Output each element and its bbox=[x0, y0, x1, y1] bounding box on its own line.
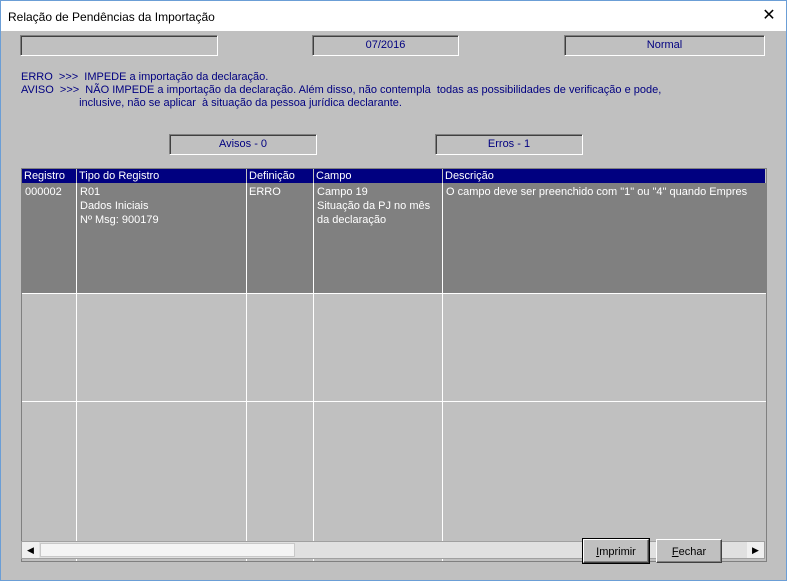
cell-tipo-line2: Dados Iniciais bbox=[80, 200, 149, 212]
pendencias-table[interactable]: Registro Tipo do Registro Definição Camp… bbox=[21, 168, 767, 562]
cell-tipo-line1: R01 bbox=[80, 186, 101, 198]
avisos-counter: Avisos - 0 bbox=[169, 134, 317, 155]
period-field: 07/2016 bbox=[312, 35, 459, 56]
erros-counter: Erros - 1 bbox=[435, 134, 583, 155]
cell-campo-line2: Situação da PJ no mês bbox=[317, 200, 431, 212]
cell-descricao: O campo deve ser preenchido com "1" ou "… bbox=[446, 186, 748, 198]
mode-field: Normal bbox=[564, 35, 765, 56]
header-descricao[interactable]: Descrição bbox=[443, 169, 766, 183]
close-button[interactable]: Fechar bbox=[656, 539, 722, 563]
print-label: mprimir bbox=[599, 546, 636, 558]
print-button[interactable]: Imprimir bbox=[582, 538, 650, 564]
header-definicao[interactable]: Definição bbox=[247, 169, 314, 183]
erro-info-text: ERRO >>> IMPEDE a importação da declaraç… bbox=[21, 71, 269, 83]
column-campo bbox=[314, 183, 443, 561]
column-registro bbox=[22, 183, 77, 561]
cell-registro: 000002 bbox=[25, 186, 62, 198]
column-definicao bbox=[247, 183, 314, 561]
header-campo[interactable]: Campo bbox=[314, 169, 443, 183]
header-registro[interactable]: Registro bbox=[22, 169, 77, 183]
aviso-info-text-continued: inclusive, não se aplicar à situação da … bbox=[21, 97, 402, 109]
close-label: echar bbox=[678, 546, 707, 558]
scroll-left-icon[interactable]: ◀ bbox=[22, 542, 39, 558]
dialog-body: 07/2016 Normal ERRO >>> IMPEDE a importa… bbox=[1, 31, 786, 580]
window-title: Relação de Pendências da Importação bbox=[8, 10, 215, 24]
aviso-info-text: AVISO >>> NÃO IMPEDE a importação da dec… bbox=[21, 84, 662, 96]
cell-campo-line3: da declaração bbox=[317, 214, 387, 226]
title-bar: Relação de Pendências da Importação ✕ bbox=[1, 1, 786, 31]
header-tipo-registro[interactable]: Tipo do Registro bbox=[77, 169, 247, 183]
close-hotkey: F bbox=[671, 546, 679, 558]
column-tipo bbox=[77, 183, 247, 561]
scroll-thumb[interactable] bbox=[40, 543, 295, 557]
cell-definicao: ERRO bbox=[249, 186, 281, 198]
scroll-right-icon[interactable]: ▶ bbox=[747, 542, 764, 558]
close-icon[interactable]: ✕ bbox=[760, 7, 778, 25]
cell-campo-line1: Campo 19 bbox=[317, 186, 368, 198]
cell-tipo-line3: Nº Msg: 900179 bbox=[80, 214, 159, 226]
horizontal-scrollbar[interactable]: ◀ ▶ bbox=[21, 541, 765, 559]
company-field bbox=[20, 35, 218, 56]
dialog-window: Relação de Pendências da Importação ✕ 07… bbox=[0, 0, 787, 581]
